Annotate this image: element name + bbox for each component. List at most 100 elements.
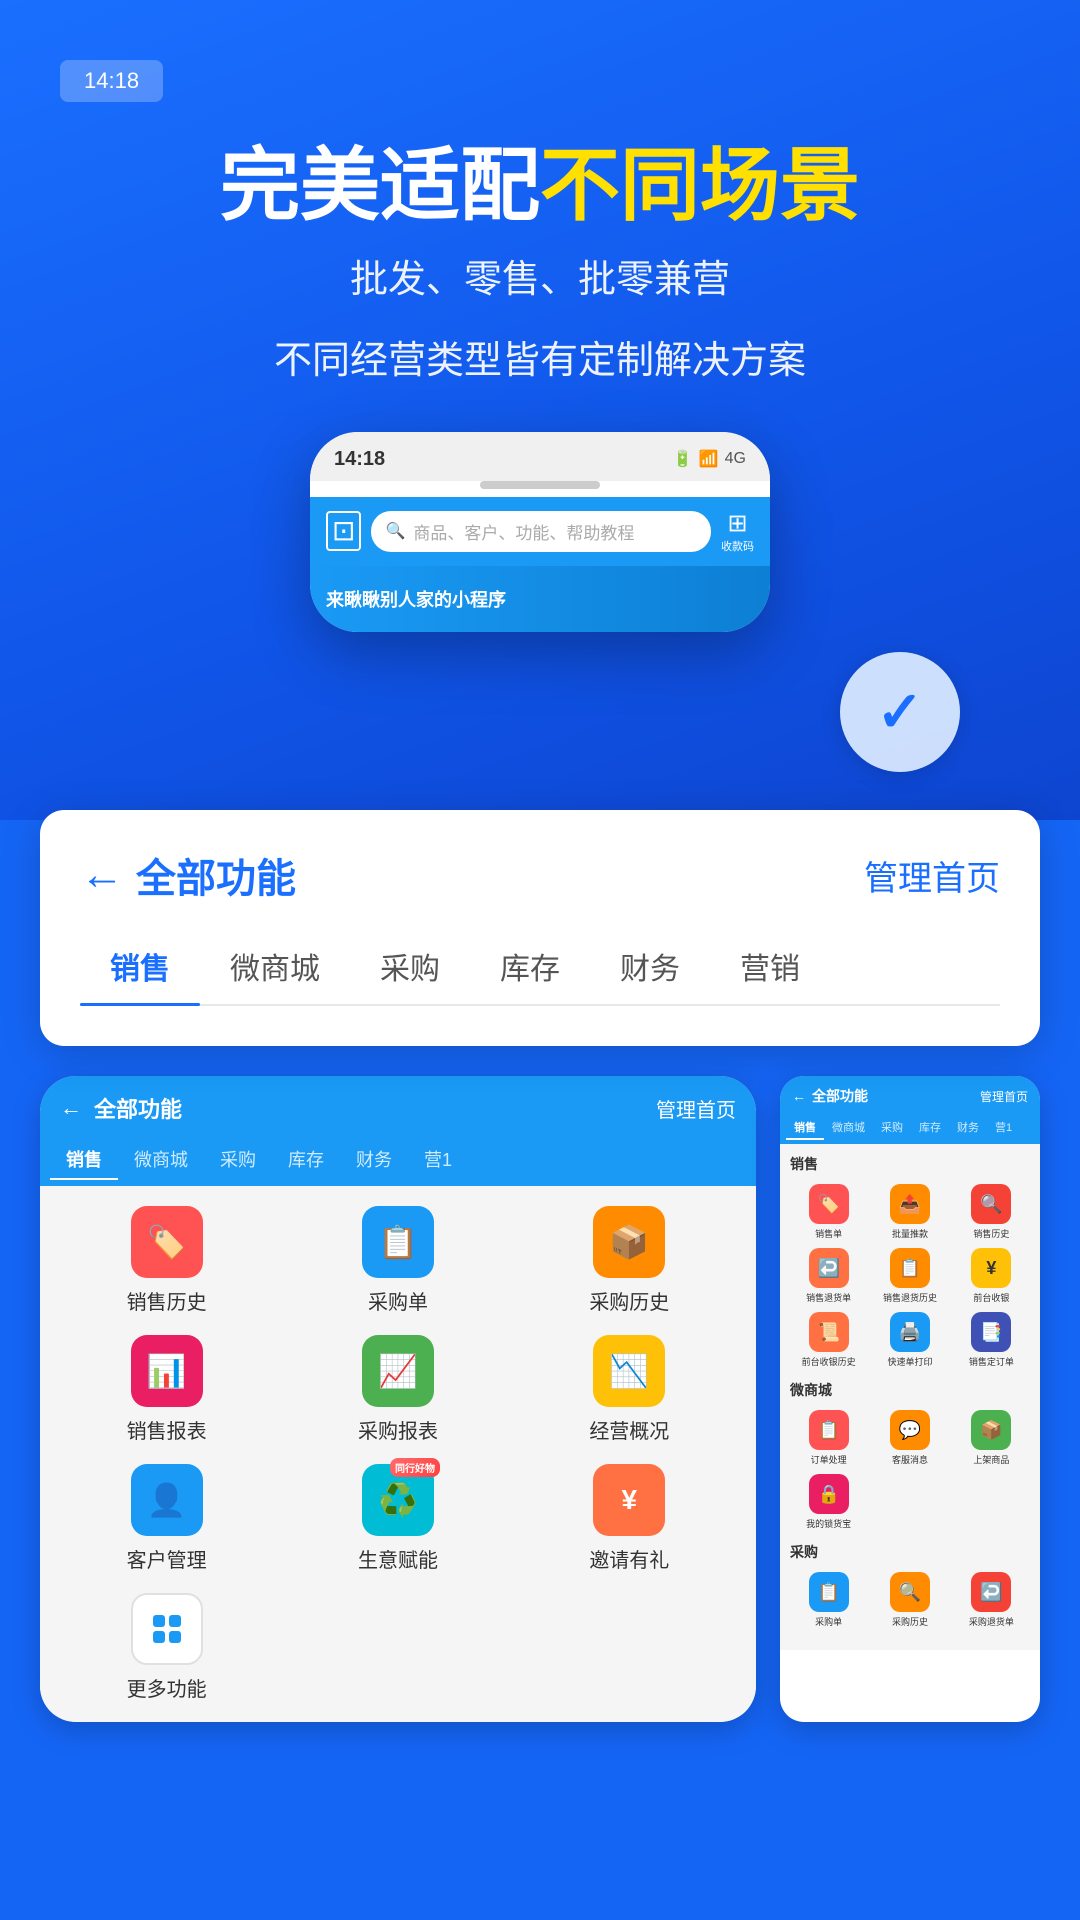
left-tab-purchase[interactable]: 采购	[204, 1140, 272, 1180]
tab-purchase[interactable]: 采购	[350, 932, 470, 1004]
right-phone: ← 全部功能 管理首页 销售 微商城 采购 库存 财务 营1 销售 🏷️ 销售单…	[780, 1076, 1040, 1722]
list-item[interactable]: 🔍 销售历史	[953, 1184, 1030, 1240]
right-section-sales-title: 销售	[790, 1154, 1030, 1174]
biz-empower-label: 生意赋能	[358, 1544, 438, 1573]
panel-back-button[interactable]: ← 全部功能	[80, 846, 296, 904]
list-item[interactable]: 🏷️ 销售单	[790, 1184, 867, 1240]
list-item[interactable]: 📑 销售定订单	[953, 1312, 1030, 1368]
r-order-icon: 📑	[971, 1312, 1011, 1352]
list-item[interactable]: ¥ 邀请有礼	[519, 1464, 740, 1573]
left-phone: ← 全部功能 管理首页 销售 微商城 采购 库存 财务 营1 🏷️ 销售历史 📋	[40, 1076, 756, 1722]
customer-mgmt-icon: 👤	[131, 1464, 203, 1536]
list-item[interactable]: 📉 经营概况	[519, 1335, 740, 1444]
r-srhist-icon: 📋	[890, 1248, 930, 1288]
r-purchaseorder-label: 采购单	[815, 1615, 842, 1628]
tab-wechat-shop[interactable]: 微商城	[200, 932, 350, 1004]
right-phone-manage[interactable]: 管理首页	[980, 1088, 1028, 1105]
list-item[interactable]: 📦 上架商品	[953, 1410, 1030, 1466]
list-item[interactable]: 🏷️ 销售历史	[56, 1206, 277, 1315]
left-tab-sales[interactable]: 销售	[50, 1140, 118, 1180]
right-tab-finance[interactable]: 财务	[949, 1116, 987, 1140]
phone-banner-text: 来瞅瞅别人家的小程序	[326, 586, 754, 612]
headline-white: 完美适配	[220, 141, 540, 230]
customer-mgmt-label: 客户管理	[127, 1544, 207, 1573]
r-print-label: 快速单打印	[887, 1355, 932, 1368]
function-panel: ← 全部功能 管理首页 销售 微商城 采购 库存 财务 营销	[40, 810, 1040, 1046]
more-functions-label: 更多功能	[127, 1673, 207, 1702]
phone-mockup: 14:18 🔋 📶 4G ⊡ 🔍 商品、客户、功能、帮助教程 ⊞ 收款码	[310, 432, 770, 632]
r-sales-label: 销售单	[815, 1227, 842, 1240]
list-item[interactable]: 📊 销售报表	[56, 1335, 277, 1444]
back-arrow-icon: ←	[80, 850, 124, 900]
list-item[interactable]: 📦 采购历史	[519, 1206, 740, 1315]
r-cashier-icon: ¥	[971, 1248, 1011, 1288]
list-item[interactable]: 🖨️ 快速单打印	[871, 1312, 948, 1368]
r-lock-icon: 🔒	[809, 1474, 849, 1514]
list-item[interactable]: 更多功能	[56, 1593, 277, 1702]
list-item[interactable]: 🔒 我的锁货宝	[790, 1474, 867, 1530]
r-service-label: 客服消息	[892, 1453, 928, 1466]
r-cashierhist-icon: 📜	[809, 1312, 849, 1352]
right-tab-wechat[interactable]: 微商城	[824, 1116, 873, 1140]
left-phone-manage[interactable]: 管理首页	[656, 1094, 736, 1123]
tab-marketing[interactable]: 营销	[710, 932, 830, 1004]
tab-inventory[interactable]: 库存	[470, 932, 590, 1004]
phone-scan-icon[interactable]: ⊡	[326, 511, 361, 551]
r-batch-label: 批量推款	[892, 1227, 928, 1240]
grid-icon	[153, 1615, 181, 1643]
phone-qr-icon[interactable]: ⊞ 收款码	[721, 509, 754, 554]
left-phone-back-icon[interactable]: ←	[60, 1095, 82, 1121]
left-tab-wechat[interactable]: 微商城	[118, 1140, 204, 1180]
left-phone-title: 全部功能	[94, 1092, 644, 1124]
list-item[interactable]: ¥ 前台收银	[953, 1248, 1030, 1304]
r-purchasereturn-icon: ↩️	[971, 1572, 1011, 1612]
r-orders-label: 订单处理	[811, 1453, 847, 1466]
list-item[interactable]: 📈 采购报表	[287, 1335, 508, 1444]
left-tab-marketing[interactable]: 营1	[408, 1140, 468, 1180]
list-item[interactable]: 👤 客户管理	[56, 1464, 277, 1573]
list-item[interactable]: ↩️ 采购退货单	[953, 1572, 1030, 1628]
list-item[interactable]: 📋 订单处理	[790, 1410, 867, 1466]
list-item[interactable]: ↩️ 销售退货单	[790, 1248, 867, 1304]
purchase-report-icon: 📈	[362, 1335, 434, 1407]
phone-search-box[interactable]: 🔍 商品、客户、功能、帮助教程	[371, 511, 711, 552]
tab-finance[interactable]: 财务	[590, 932, 710, 1004]
r-purchaseorder-icon: 📋	[809, 1572, 849, 1612]
tab-sales[interactable]: 销售	[80, 932, 200, 1004]
left-phone-header: ← 全部功能 管理首页	[40, 1076, 756, 1140]
r-product-label: 上架商品	[973, 1453, 1009, 1466]
list-item[interactable]: 🔍 采购历史	[871, 1572, 948, 1628]
right-tab-purchase[interactable]: 采购	[873, 1116, 911, 1140]
right-phone-back-icon[interactable]: ←	[792, 1088, 806, 1104]
list-item[interactable]: 📋 采购单	[790, 1572, 867, 1628]
headline-main: 完美适配不同场景	[60, 142, 1020, 230]
r-srhist-label: 销售退货历史	[883, 1291, 937, 1304]
list-item[interactable]: 📋 销售退货历史	[871, 1248, 948, 1304]
phone-area: 14:18 🔋 📶 4G ⊡ 🔍 商品、客户、功能、帮助教程 ⊞ 收款码	[60, 432, 1020, 632]
list-item[interactable]: 📤 批量推款	[871, 1184, 948, 1240]
headline-sub1: 批发、零售、批零兼营	[60, 250, 1020, 311]
bottom-section: ← 全部功能 管理首页 销售 微商城 采购 库存 财务 营1 🏷️ 销售历史 📋	[0, 1046, 1080, 1782]
business-overview-icon: 📉	[593, 1335, 665, 1407]
list-item[interactable]: 💬 客服消息	[871, 1410, 948, 1466]
left-tab-finance[interactable]: 财务	[340, 1140, 408, 1180]
panel-manage-button[interactable]: 管理首页	[864, 851, 1000, 900]
list-item[interactable]: 📋 采购单	[287, 1206, 508, 1315]
search-icon: 🔍	[385, 521, 405, 541]
phone-header-bar: ⊡ 🔍 商品、客户、功能、帮助教程 ⊞ 收款码	[310, 497, 770, 566]
right-tab-sales[interactable]: 销售	[786, 1116, 824, 1140]
purchase-report-label: 采购报表	[358, 1415, 438, 1444]
list-item[interactable]: 📜 前台收银历史	[790, 1312, 867, 1368]
right-tab-marketing[interactable]: 营1	[987, 1116, 1020, 1140]
list-item[interactable]: ♻️ 同行好物 生意赋能	[287, 1464, 508, 1573]
right-sales-grid: 🏷️ 销售单 📤 批量推款 🔍 销售历史 ↩️ 销售退货单 📋 销售	[790, 1184, 1030, 1368]
phone-time: 14:18	[334, 448, 385, 471]
left-phone-tabs: 销售 微商城 采购 库存 财务 营1	[40, 1140, 756, 1186]
r-purchasehist-label: 采购历史	[892, 1615, 928, 1628]
r-purchasehist-icon: 🔍	[890, 1572, 930, 1612]
headline-yellow: 不同场景	[540, 141, 860, 230]
right-phone-header: ← 全部功能 管理首页	[780, 1076, 1040, 1116]
left-tab-inventory[interactable]: 库存	[272, 1140, 340, 1180]
right-tab-inventory[interactable]: 库存	[911, 1116, 949, 1140]
phone-notch	[480, 481, 600, 489]
